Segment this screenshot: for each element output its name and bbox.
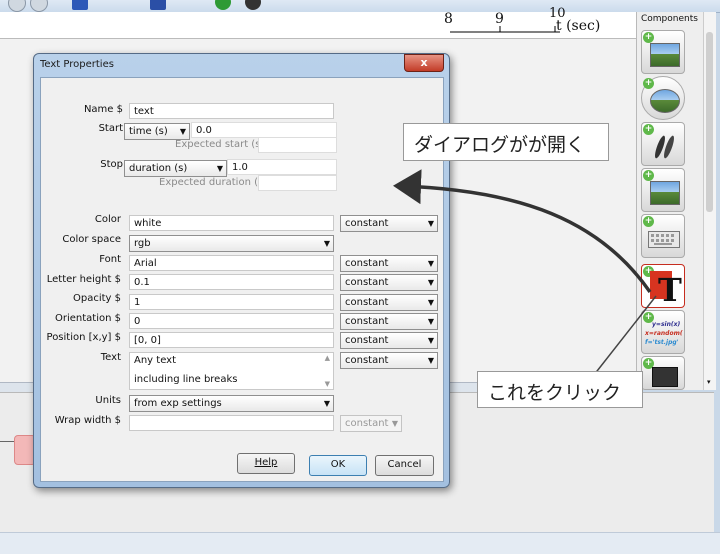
callout-pointer xyxy=(589,295,657,381)
callout-click-this: これをクリック xyxy=(477,371,643,408)
annotation-overlay xyxy=(393,169,657,381)
callout-dialog-opens: ダイアログがが開く xyxy=(403,123,609,161)
annotation-arrow xyxy=(393,169,652,293)
